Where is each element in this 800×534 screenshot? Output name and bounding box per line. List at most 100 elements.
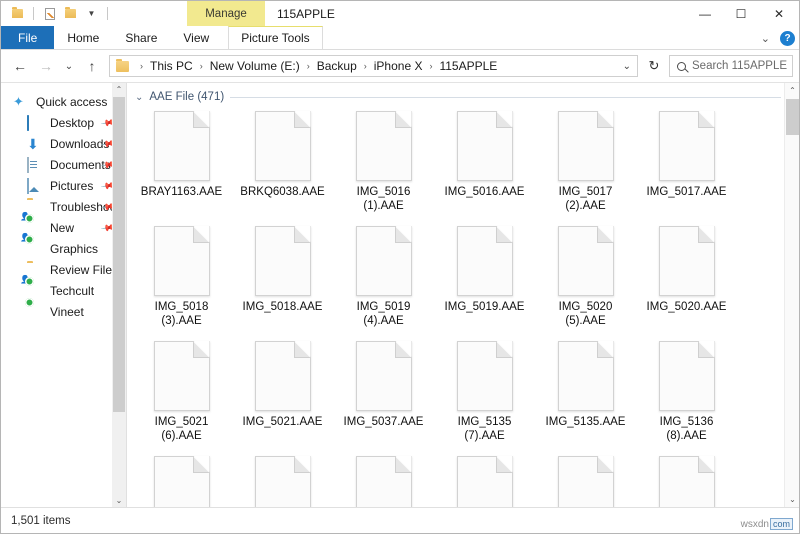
blank-file-icon (153, 111, 210, 181)
sidebar-item-techcult[interactable]: 👤 Techcult (1, 275, 126, 301)
scroll-down-icon[interactable]: ⌄ (116, 494, 123, 507)
file-item[interactable] (434, 452, 535, 507)
breadcrumb-item-115apple[interactable]: 115APPLE (438, 59, 498, 73)
file-item[interactable] (636, 452, 737, 507)
file-item[interactable]: IMG_5136 (8).AAE (636, 337, 737, 452)
tab-picture-tools-label: Picture Tools (241, 31, 310, 45)
contextual-tab-group-manage[interactable]: Manage (187, 1, 265, 26)
blank-file-icon (254, 111, 311, 181)
chevron-down-icon[interactable]: ⌄ (623, 61, 631, 72)
scroll-up-icon[interactable]: ⌃ (116, 83, 123, 96)
tab-file[interactable]: File (1, 26, 55, 49)
file-name: IMG_5135.AAE (545, 416, 626, 428)
file-item[interactable]: IMG_5016.AAE (434, 107, 535, 222)
tab-view[interactable]: View (170, 26, 222, 49)
help-icon[interactable]: ? (780, 30, 795, 46)
file-name: IMG_5019.AAE (444, 301, 525, 313)
breadcrumb-separator-0: › (140, 61, 143, 71)
blank-file-icon (254, 456, 311, 507)
file-item[interactable] (131, 452, 232, 507)
minimize-button[interactable]: — (687, 1, 723, 26)
file-list-pane[interactable]: ⌄ AAE File (471) BRAY1163.AAE BRKQ6038.A… (127, 83, 799, 507)
tab-home[interactable]: Home (54, 26, 112, 49)
search-input[interactable]: Search 115APPLE (692, 60, 787, 72)
breadcrumb-item-this-pc[interactable]: This PC (149, 59, 194, 73)
file-item[interactable]: IMG_5021.AAE (232, 337, 333, 452)
collapse-ribbon-icon[interactable]: ⌄ (761, 32, 770, 45)
sidebar-item-documents[interactable]: Documents 📌 (1, 154, 126, 175)
tab-share[interactable]: Share (112, 26, 170, 49)
chevron-down-icon[interactable]: ⌄ (135, 92, 143, 103)
chevron-down-icon[interactable]: ▼ (83, 5, 100, 22)
search-box[interactable]: Search 115APPLE (669, 55, 793, 77)
quick-access-toolbar: ▼ (1, 1, 111, 26)
star-icon: ✦ (13, 93, 24, 109)
tab-picture-tools[interactable]: Picture Tools (228, 26, 323, 49)
sidebar-item-label: Pictures (50, 178, 94, 193)
up-button[interactable]: ↑ (79, 53, 105, 79)
file-item[interactable]: BRAY1163.AAE (131, 107, 232, 222)
file-name: IMG_5016.AAE (444, 186, 525, 198)
file-pane-scrollbar[interactable]: ⌃ ⌄ (784, 83, 799, 507)
file-item[interactable]: IMG_5135.AAE (535, 337, 636, 452)
sidebar-item-downloads[interactable]: ⬇ Downloads 📌 (1, 133, 126, 154)
blank-file-icon (456, 456, 513, 507)
sidebar-scrollbar[interactable]: ⌃ ⌄ (112, 83, 126, 507)
file-name: IMG_5017.AAE (646, 186, 727, 198)
back-button[interactable]: ← (7, 53, 33, 79)
file-item[interactable]: IMG_5020 (5).AAE (535, 222, 636, 337)
properties-icon[interactable] (41, 5, 58, 22)
sidebar-item-pictures[interactable]: Pictures 📌 (1, 175, 126, 196)
breadcrumb-item-backup[interactable]: Backup (316, 59, 358, 73)
maximize-button[interactable]: ☐ (723, 1, 759, 26)
file-item[interactable] (535, 452, 636, 507)
file-item[interactable] (333, 452, 434, 507)
scroll-up-icon[interactable]: ⌃ (785, 83, 799, 98)
file-item[interactable]: IMG_5019.AAE (434, 222, 535, 337)
watermark-text: wsxdn (740, 518, 769, 530)
qat-divider (33, 7, 34, 20)
file-name: IMG_5135 (7).AAE (457, 416, 512, 442)
file-item[interactable]: BRKQ6038.AAE (232, 107, 333, 222)
file-name: IMG_5018.AAE (242, 301, 323, 313)
new-folder-icon[interactable] (62, 5, 79, 22)
close-button[interactable]: ✕ (759, 1, 799, 26)
close-icon: ✕ (773, 6, 785, 21)
file-item[interactable]: IMG_5019 (4).AAE (333, 222, 434, 337)
refresh-button[interactable]: ↻ (642, 55, 666, 77)
file-item[interactable] (232, 452, 333, 507)
file-item[interactable]: IMG_5018.AAE (232, 222, 333, 337)
item-count-label: 1,501 items (11, 514, 71, 527)
recent-locations-button[interactable]: ⌄ (59, 53, 79, 79)
folder-icon[interactable] (9, 5, 26, 22)
breadcrumb-item-iphone-x[interactable]: iPhone X (373, 59, 424, 73)
breadcrumb-item-new-volume[interactable]: New Volume (E:) (209, 59, 301, 73)
blank-file-icon (355, 111, 412, 181)
file-item[interactable]: IMG_5037.AAE (333, 337, 434, 452)
file-item[interactable]: IMG_5018 (3).AAE (131, 222, 232, 337)
sidebar-item-label: Quick access (36, 94, 108, 109)
sidebar-item-vineet[interactable]: Vineet (1, 301, 126, 322)
folder-icon (116, 58, 129, 72)
forward-button[interactable]: → (33, 53, 59, 79)
breadcrumb[interactable]: › This PC › New Volume (E:) › Backup › i… (109, 55, 638, 77)
file-item[interactable]: IMG_5016 (1).AAE (333, 107, 434, 222)
blank-file-icon (254, 226, 311, 296)
sidebar-item-graphics[interactable]: 👤 Graphics (1, 233, 126, 259)
sidebar-item-quick-access[interactable]: ✦ Quick access (1, 91, 126, 112)
group-header-aae-file[interactable]: ⌄ AAE File (471) (127, 83, 799, 103)
file-item[interactable]: IMG_5135 (7).AAE (434, 337, 535, 452)
file-item[interactable]: IMG_5017 (2).AAE (535, 107, 636, 222)
sidebar-item-desktop[interactable]: Desktop 📌 (1, 112, 126, 133)
watermark-suffix: com (769, 518, 793, 530)
file-item[interactable]: IMG_5021 (6).AAE (131, 337, 232, 452)
sidebar-item-label: Vineet (50, 304, 84, 319)
sidebar-scrollbar-thumb[interactable] (113, 97, 125, 412)
file-pane-scrollbar-thumb[interactable] (786, 99, 799, 135)
blank-file-icon (658, 456, 715, 507)
search-icon (677, 61, 686, 71)
scroll-down-icon[interactable]: ⌄ (785, 492, 799, 507)
file-name: IMG_5020.AAE (646, 301, 727, 313)
file-item[interactable]: IMG_5017.AAE (636, 107, 737, 222)
file-item[interactable]: IMG_5020.AAE (636, 222, 737, 337)
